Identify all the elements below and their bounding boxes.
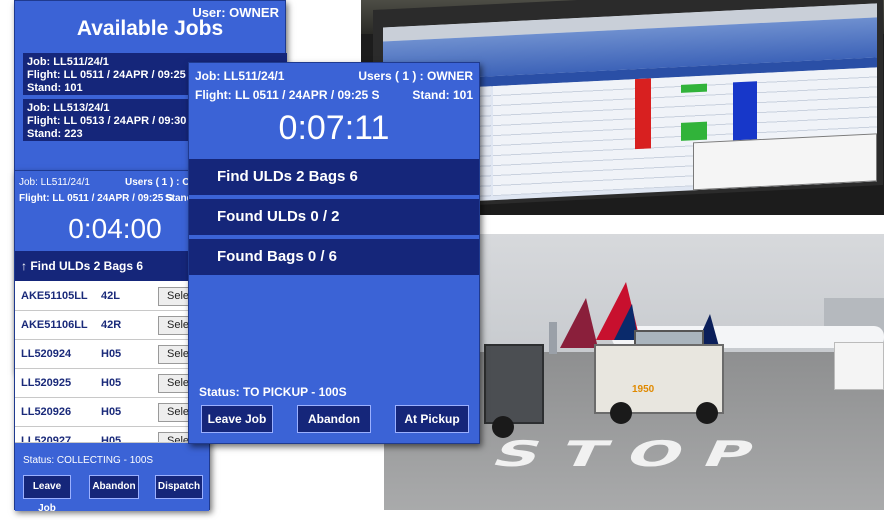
job-id: Job: LL513/24/1 [27,102,110,114]
baggage-dolly [484,344,544,424]
outbound-flights-popup [693,133,877,191]
pickup-job-panel: Job: LL511/24/1 Users ( 1 ) : OWNER Flig… [188,62,480,444]
job-footer: Status: COLLECTING - 100S Leave Job Aban… [15,443,209,514]
item-location: 42L [101,290,120,302]
tug-wheel [696,402,718,424]
item-location: 42R [101,319,122,331]
item-id: LL520925 [21,377,72,389]
job-stand: Stand: 223 [27,128,83,140]
leave-job-button[interactable]: Leave Job [201,405,273,433]
flight-label: Flight: LL 0511 / 24APR / 09:25 S [19,193,173,204]
job-flight: Flight: LL 0513 / 24APR / 09:30 S [27,115,197,127]
job-stand: Stand: 101 [27,82,83,94]
status-text: Status: TO PICKUP - 100S [199,385,347,399]
service-van [834,342,884,390]
item-id: AKE51106LL [21,319,88,331]
stop-ground-marking: STOP [485,434,784,475]
list-item: LL520925 H05 Select [15,369,209,398]
red-status-column [635,78,651,150]
found-bags: Found Bags 0 / 6 [189,239,479,275]
job-timer: 0:07:11 [278,109,390,147]
find-summary: ↑ Find ULDs 2 Bags 6 [15,251,209,281]
flight-label: Flight: LL 0511 / 24APR / 09:25 S [195,88,380,102]
tug-number: 1950 [632,384,655,395]
stand-label: Stand: 101 [412,88,473,102]
aircraft-tail [560,298,598,348]
dispatch-button[interactable]: Dispatch [155,475,203,499]
list-item: AKE51105LL 42L Select [15,282,209,311]
item-id: LL520926 [21,406,72,418]
list-item: LL520924 H05 Select [15,340,209,369]
green-cell [681,83,707,93]
list-item: LL520926 H05 Select [15,398,209,427]
item-location: H05 [101,406,122,418]
job-timer: 0:04:00 [68,213,162,244]
status-text: Status: COLLECTING - 100S [23,455,154,466]
green-cell [681,121,707,141]
job-id: Job: LL511/24/1 [27,56,109,68]
page-title: Available Jobs [76,17,224,40]
list-item: AKE51106LL 42R Select [15,311,209,340]
item-location: H05 [101,435,122,443]
item-id: AKE51105LL [21,290,88,302]
item-id: LL520927 [21,435,72,443]
find-summary: Find ULDs 2 Bags 6 [189,159,479,195]
job-flight: Flight: LL 0511 / 24APR / 09:25 S [27,69,197,81]
item-id: LL520924 [21,348,72,360]
at-pickup-button[interactable]: At Pickup [395,405,469,433]
abandon-button[interactable]: Abandon [297,405,371,433]
abandon-button[interactable]: Abandon [89,475,139,499]
control-tower [549,322,557,354]
collecting-job-panel: Job: LL511/24/1 Users ( 1 ) : OW Flight:… [14,170,210,514]
job-id: Job: LL511/24/1 [19,177,90,188]
job-id: Job: LL511/24/1 [195,69,285,83]
tug-wheel [610,402,632,424]
item-location: H05 [101,377,122,389]
list-item: LL520927 H05 Select [15,427,209,443]
users-label: Users ( 1 ) : OWNER [358,69,473,83]
job-header: Job: LL511/24/1 Users ( 1 ) : OW Flight:… [15,171,209,251]
item-location: H05 [101,348,122,360]
leave-job-button[interactable]: Leave Job [23,475,71,514]
found-ulds: Found ULDs 0 / 2 [189,199,479,235]
